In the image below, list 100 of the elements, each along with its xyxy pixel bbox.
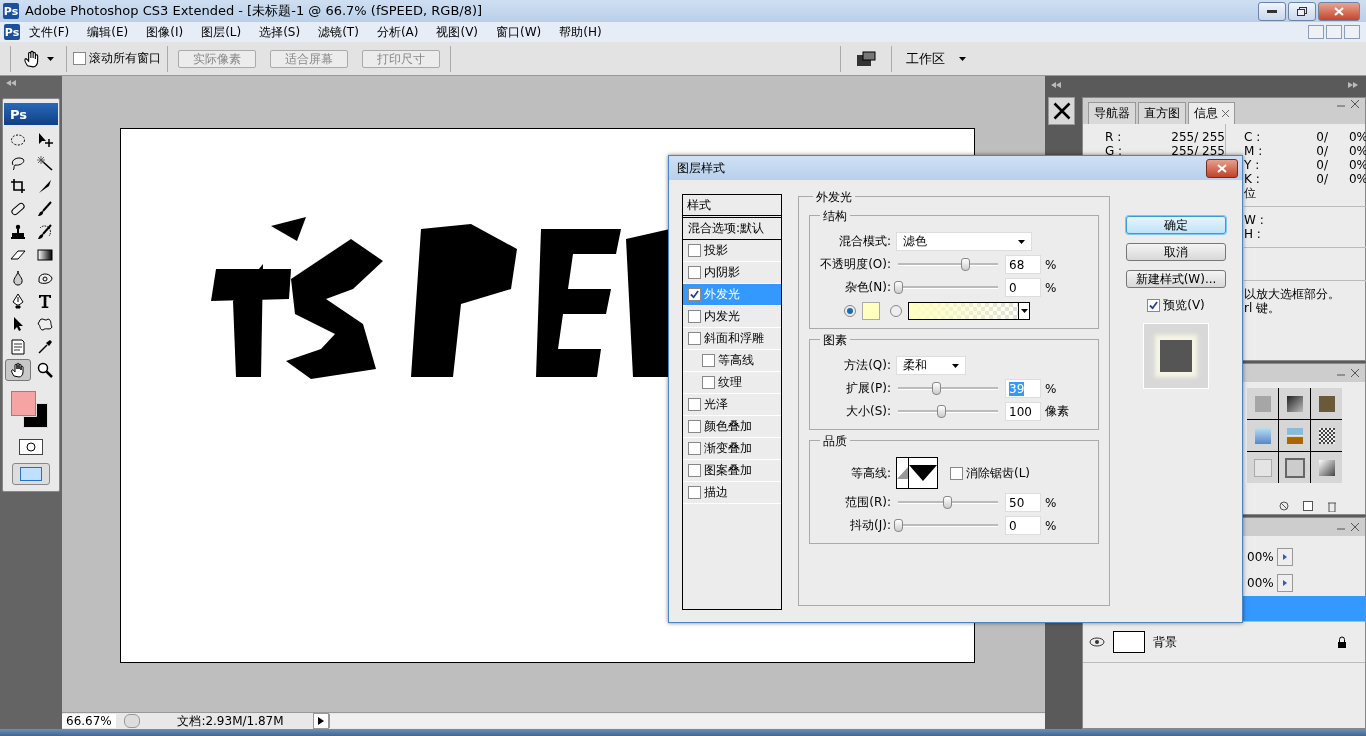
value-field[interactable]: 0 [1005, 278, 1041, 297]
workspace-menu[interactable]: 工作区 [906, 49, 945, 68]
effect-item[interactable]: 等高线 [683, 350, 781, 372]
glow-color-swatch[interactable] [862, 301, 880, 320]
effect-item[interactable]: 描边 [683, 482, 781, 504]
effect-item[interactable]: 渐变叠加 [683, 438, 781, 460]
dialog-button[interactable]: 新建样式(W)... [1126, 270, 1226, 288]
collapse-icon[interactable] [1051, 81, 1061, 88]
contour-picker[interactable] [896, 457, 938, 489]
effect-item[interactable]: 内发光 [683, 306, 781, 328]
screen-mode-button[interactable] [12, 463, 50, 485]
slider-thumb[interactable] [894, 519, 903, 532]
effect-item[interactable]: 光泽 [683, 394, 781, 416]
opacity-arrow-button[interactable] [1277, 548, 1293, 566]
menu-item[interactable]: 文件(F) [20, 23, 79, 41]
dialog-button[interactable]: 取消 [1126, 243, 1226, 261]
eye-icon[interactable] [1089, 636, 1105, 648]
blending-options-item[interactable]: 混合选项:默认 [683, 218, 781, 240]
style-swatch[interactable] [1318, 395, 1335, 412]
menu-item[interactable]: 滤镜(T) [309, 23, 368, 41]
dialog-button[interactable]: 确定 [1126, 216, 1226, 234]
value-field[interactable]: 100 [1005, 402, 1041, 421]
tools-button[interactable] [1048, 97, 1075, 125]
close-icon[interactable] [1351, 369, 1359, 377]
gradient-picker[interactable] [908, 301, 1030, 320]
bridge-icon[interactable] [855, 49, 877, 68]
scroll-all-checkbox[interactable] [73, 52, 86, 65]
close-icon[interactable] [1222, 110, 1229, 117]
quick-mask-button[interactable] [19, 439, 43, 455]
style-swatch[interactable] [1286, 427, 1303, 444]
close-icon[interactable] [1351, 100, 1359, 108]
minimize-button[interactable] [1258, 1, 1286, 21]
expand-icon[interactable] [1348, 81, 1358, 88]
effect-item[interactable]: 斜面和浮雕 [683, 328, 781, 350]
style-swatch[interactable] [1286, 395, 1303, 412]
foreground-swatch[interactable] [11, 391, 36, 416]
close-button[interactable] [1206, 158, 1238, 178]
panel-tab[interactable]: 直方图 [1138, 102, 1186, 124]
effect-item[interactable]: 颜色叠加 [683, 416, 781, 438]
close-icon[interactable] [1351, 523, 1359, 531]
effect-checkbox[interactable] [688, 398, 701, 411]
status-menu-button[interactable] [313, 713, 329, 729]
effect-item[interactable]: 纹理 [683, 372, 781, 394]
effect-item[interactable]: 投影 [683, 240, 781, 262]
effect-checkbox[interactable] [688, 244, 701, 257]
background-swatch[interactable] [23, 403, 48, 428]
doc-minimize-button[interactable] [1308, 25, 1324, 39]
effect-checkbox[interactable] [688, 288, 701, 301]
slider-thumb[interactable] [894, 281, 903, 294]
technique-dropdown[interactable]: 柔和 [896, 356, 966, 375]
style-swatch[interactable] [1254, 427, 1271, 444]
maximize-button[interactable] [1288, 1, 1316, 21]
value-field[interactable]: 0 [1005, 516, 1041, 535]
menu-item[interactable]: 图层(L) [192, 23, 251, 41]
menu-item[interactable]: 帮助(H) [550, 23, 611, 41]
new-item-icon[interactable] [1303, 501, 1313, 511]
effect-checkbox[interactable] [688, 332, 701, 345]
effect-checkbox[interactable] [688, 464, 701, 477]
slider-thumb[interactable] [937, 405, 946, 418]
effect-checkbox[interactable] [688, 310, 701, 323]
fill-value[interactable]: 00% [1247, 576, 1275, 590]
style-swatch[interactable] [1253, 458, 1272, 477]
zoom-field[interactable]: 66.67% [62, 714, 116, 728]
hand-icon[interactable] [23, 49, 41, 68]
value-field[interactable]: 50 [1005, 493, 1041, 512]
menu-item[interactable]: 分析(A) [367, 23, 428, 41]
horizontal-scrollbar[interactable] [329, 714, 1045, 728]
effect-checkbox[interactable] [702, 354, 715, 367]
menu-item[interactable]: 窗口(W) [487, 23, 551, 41]
slider-thumb[interactable] [932, 382, 941, 395]
style-swatch[interactable] [1318, 459, 1335, 476]
doc-close-button[interactable] [1344, 25, 1360, 39]
effect-checkbox[interactable] [688, 420, 701, 433]
fill-arrow-button[interactable] [1277, 574, 1293, 592]
slider-thumb[interactable] [943, 496, 952, 509]
source-radio[interactable] [890, 304, 902, 317]
opacity-value[interactable]: 00% [1247, 550, 1275, 564]
panel-tab[interactable]: 导航器 [1088, 102, 1136, 124]
menu-item[interactable]: 图像(I) [137, 23, 193, 41]
doc-restore-button[interactable] [1326, 25, 1342, 39]
slider-thumb[interactable] [961, 258, 970, 271]
menu-item[interactable]: 编辑(E) [78, 23, 138, 41]
value-field[interactable]: 68 [1005, 255, 1041, 274]
preview-checkbox[interactable] [1147, 299, 1161, 312]
style-swatch[interactable] [1284, 457, 1305, 478]
menu-item[interactable]: 选择(S) [250, 23, 310, 41]
blend-mode-dropdown[interactable]: 滤色 [896, 232, 1032, 251]
close-button[interactable] [1318, 1, 1360, 21]
effect-item[interactable]: 图案叠加 [683, 460, 781, 482]
effect-checkbox[interactable] [688, 266, 701, 279]
no-entry-icon[interactable] [1279, 501, 1289, 511]
collapse-icon[interactable] [6, 80, 16, 86]
style-swatch[interactable] [1318, 427, 1335, 444]
trash-icon[interactable] [1327, 500, 1337, 512]
source-radio[interactable] [844, 304, 856, 317]
effect-checkbox[interactable] [702, 376, 715, 389]
effect-checkbox[interactable] [688, 486, 701, 499]
style-swatch[interactable] [1254, 395, 1271, 412]
tool-button[interactable] [4, 359, 31, 381]
effect-checkbox[interactable] [688, 442, 701, 455]
